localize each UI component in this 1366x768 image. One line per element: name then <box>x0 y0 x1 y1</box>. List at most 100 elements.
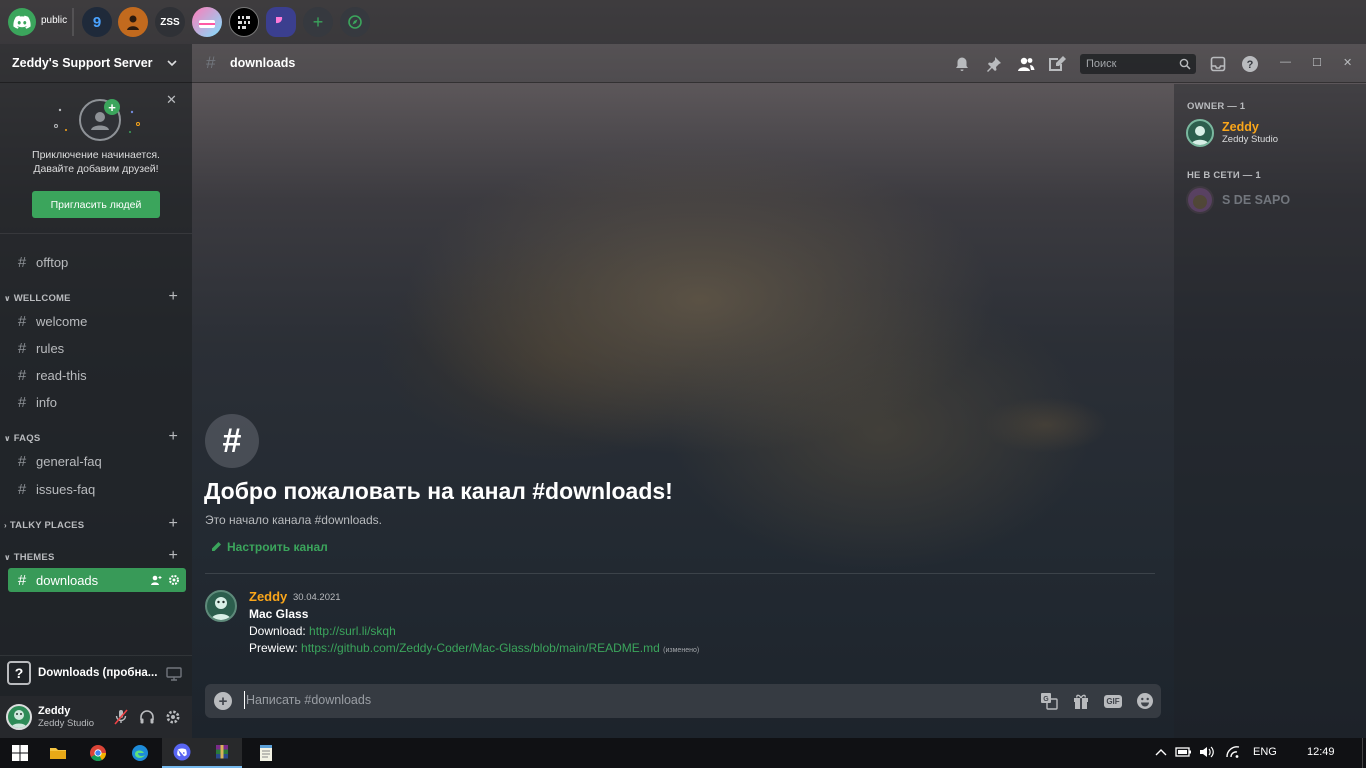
channel-read-this[interactable]: # read-this <box>8 363 186 387</box>
taskbar-notepad[interactable] <box>246 738 286 768</box>
channel-offtop[interactable]: # offtop <box>8 250 186 274</box>
message-line-title: Mac Glass <box>249 607 309 621</box>
message-avatar[interactable] <box>205 590 237 622</box>
pinned-messages-button[interactable] <box>984 54 1004 74</box>
server-icon-purple[interactable] <box>266 7 296 37</box>
member-avatar[interactable] <box>1186 119 1214 147</box>
channel-issues-faq[interactable]: # issues-faq <box>8 477 186 501</box>
edge-icon <box>132 745 148 761</box>
inbox-edit-icon <box>1049 56 1066 71</box>
category-faqs[interactable]: ∨ FAQS + <box>4 428 188 446</box>
taskbar-file-explorer[interactable] <box>38 738 78 768</box>
server-icon-zss[interactable]: ZSS <box>155 7 185 37</box>
server-icon-binary[interactable] <box>229 7 259 37</box>
channel-downloads[interactable]: # downloads <box>8 568 186 592</box>
channel-general-faq[interactable]: # general-faq <box>8 449 186 473</box>
member-list-button[interactable] <box>1016 54 1036 74</box>
category-wellcome[interactable]: ∨ WELLCOME + <box>4 288 188 306</box>
explore-servers-button[interactable] <box>340 7 370 37</box>
help-button[interactable]: ? <box>1240 54 1260 74</box>
notifications-button[interactable] <box>952 54 972 74</box>
member-name-offline[interactable]: S DE SAPO <box>1222 193 1290 207</box>
member-name-owner[interactable]: Zeddy <box>1222 120 1259 134</box>
taskbar-chrome[interactable] <box>78 738 118 768</box>
svg-text:G: G <box>1043 696 1049 703</box>
message-input[interactable] <box>244 691 1004 709</box>
hash-icon: # <box>17 571 27 589</box>
user-settings-button[interactable] <box>164 708 182 726</box>
add-channel-icon[interactable]: + <box>168 547 178 565</box>
user-name: Zeddy <box>38 705 71 717</box>
volume-icon[interactable] <box>1199 745 1215 759</box>
maximize-button[interactable]: ☐ <box>1312 56 1322 69</box>
channel-info[interactable]: # info <box>8 390 186 414</box>
add-channel-icon[interactable]: + <box>168 515 178 533</box>
deafen-button[interactable] <box>138 708 156 726</box>
tray-expand-icon[interactable] <box>1154 746 1168 758</box>
close-window-button[interactable]: ✕ <box>1343 56 1352 69</box>
search-input[interactable]: Поиск <box>1080 54 1196 74</box>
clock[interactable]: 12:49 <box>1307 746 1335 758</box>
channel-welcome[interactable]: # welcome <box>8 309 186 333</box>
battery-icon[interactable] <box>1175 746 1193 758</box>
gear-icon[interactable] <box>168 574 180 586</box>
inbox-button[interactable] <box>1208 54 1228 74</box>
channel-hash-icon: # <box>205 414 259 468</box>
emoji-button[interactable] <box>1135 691 1155 711</box>
category-themes[interactable]: ∨ THEMES + <box>4 547 188 565</box>
server-icon-soldier[interactable] <box>118 7 148 37</box>
chevron-down-icon[interactable] <box>166 58 178 68</box>
discord-home-icon[interactable] <box>8 8 36 36</box>
show-desktop-button[interactable] <box>1362 738 1366 768</box>
search-icon <box>1179 58 1191 70</box>
taskbar-discord[interactable] <box>162 738 202 768</box>
message-line-download: Download: http://surl.li/skqh <box>249 624 396 638</box>
member-status-owner: Zeddy Studio <box>1222 134 1278 145</box>
gif-button[interactable]: GIF <box>1103 691 1123 711</box>
translate-button[interactable]: G <box>1039 691 1059 711</box>
wifi-icon[interactable] <box>1225 745 1241 759</box>
invite-member-icon[interactable] <box>150 574 162 586</box>
download-link[interactable]: http://surl.li/skqh <box>309 624 396 638</box>
user-avatar[interactable] <box>6 704 32 730</box>
add-channel-icon[interactable]: + <box>168 288 178 306</box>
taskbar-winrar[interactable] <box>202 738 242 768</box>
avatar-art-icon <box>11 710 27 728</box>
gear-icon <box>166 710 180 724</box>
setup-channel-link[interactable]: Настроить канал <box>210 540 328 554</box>
server-icon-9[interactable]: 9 <box>82 7 112 37</box>
add-channel-icon[interactable]: + <box>168 428 178 446</box>
channel-rules[interactable]: # rules <box>8 336 186 360</box>
home-label: public <box>41 15 68 26</box>
binary-icon <box>238 16 250 29</box>
language-indicator[interactable]: ENG <box>1253 746 1277 758</box>
add-server-button[interactable]: + <box>303 7 333 37</box>
screen-share-icon[interactable] <box>166 667 182 681</box>
minimize-button[interactable]: — <box>1280 56 1291 68</box>
discord-logo-icon <box>13 15 31 29</box>
server-icon-pink[interactable] <box>192 7 222 37</box>
invite-people-button[interactable]: Пригласить людей <box>32 191 160 218</box>
message-author[interactable]: Zeddy <box>249 589 287 604</box>
gift-button[interactable] <box>1071 691 1091 711</box>
close-icon[interactable]: ✕ <box>166 92 177 108</box>
gift-icon <box>1074 694 1088 709</box>
mute-mic-button[interactable] <box>112 708 130 726</box>
members-icon <box>1018 57 1035 71</box>
category-talky-places[interactable]: › TALKY PLACES + <box>4 515 188 533</box>
pin-icon <box>987 57 1001 72</box>
mic-muted-icon <box>114 709 128 725</box>
message-divider <box>205 573 1155 574</box>
start-button[interactable] <box>0 738 40 768</box>
taskbar-edge[interactable] <box>120 738 160 768</box>
threads-button[interactable] <box>1047 54 1067 74</box>
soldier-icon <box>127 15 139 30</box>
voice-server-icon[interactable]: ? <box>7 661 31 685</box>
chevron-down-icon: ∨ <box>4 552 11 562</box>
message-timestamp: 30.04.2021 <box>293 592 341 603</box>
inbox-icon <box>1210 56 1226 72</box>
attach-button[interactable]: + <box>214 692 232 710</box>
preview-link[interactable]: https://github.com/Zeddy-Coder/Mac-Glass… <box>301 641 660 655</box>
voice-channel-name[interactable]: Downloads (пробна... <box>38 667 157 679</box>
member-avatar-offline[interactable] <box>1186 186 1214 214</box>
